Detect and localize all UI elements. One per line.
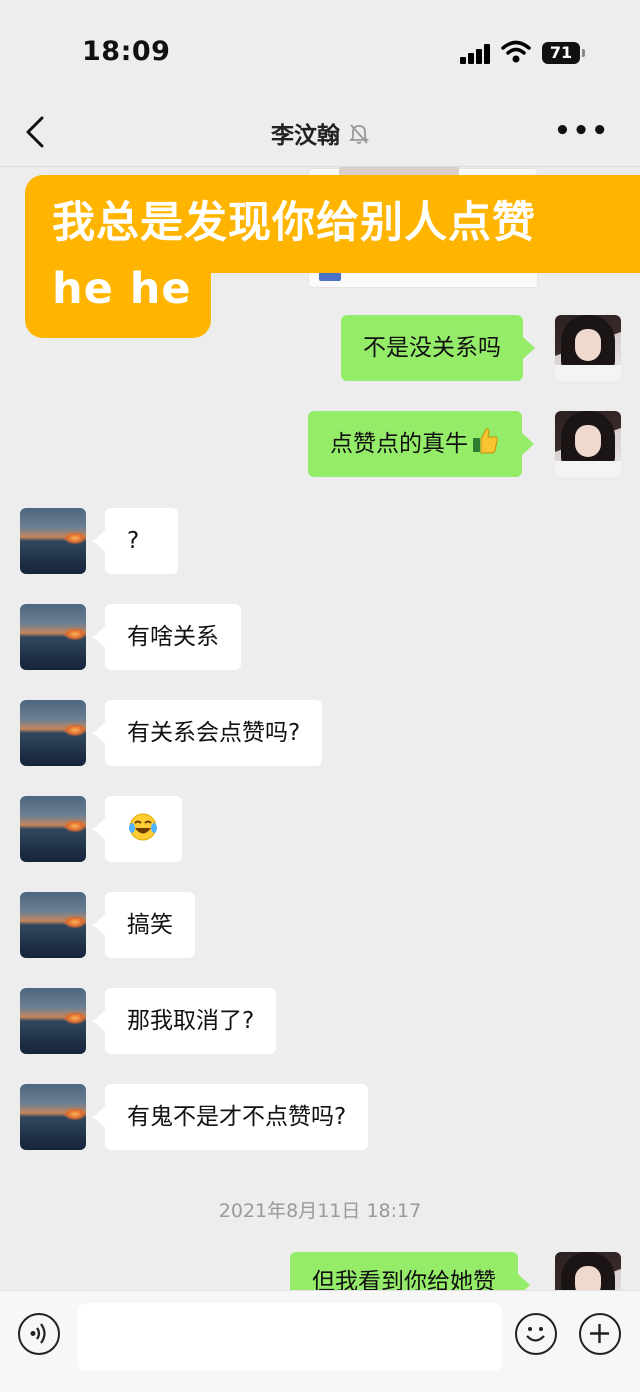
avatar-contact[interactable] [20,508,86,574]
message-text: 点赞点的真牛 [330,431,468,457]
message-bubble-out[interactable]: 点赞点的真牛 [308,411,534,477]
caption-line-2: he he [52,264,192,314]
message-text: 搞笑 [127,912,173,938]
cellular-signal-icon [460,44,492,64]
avatar-contact[interactable] [20,700,86,766]
chat-title: 李汶翰 [270,123,340,149]
avatar-self[interactable] [555,411,621,477]
message-text: 有关系会点赞吗? [127,720,301,746]
message-bubble-in[interactable]: 有鬼不是才不点赞吗? [92,1084,369,1150]
voice-icon[interactable] [18,1313,60,1355]
wifi-icon [501,40,531,63]
battery-indicator: 71 [542,42,585,64]
message-bubble-in[interactable]: 搞笑 [93,892,195,958]
more-horizontal-icon[interactable]: ••• [554,118,610,144]
tears-of-joy-emoji [129,813,157,841]
message-timestamp: 2021年8月11日 18:17 [218,1200,422,1222]
message-bubble-in[interactable]: 有关系会点赞吗? [92,700,323,766]
avatar-self[interactable] [555,315,621,381]
message-input[interactable] [78,1303,502,1371]
avatar-contact[interactable] [20,892,86,958]
message-bubble-in[interactable]: ? [93,508,178,574]
message-text: 不是没关系吗 [363,335,501,361]
status-bar: 18:09 71 [0,0,640,100]
message-bubble-in[interactable] [93,796,182,862]
caption-text: 我总是发现你给别人点赞 he he [52,190,640,322]
message-bubble-in[interactable]: 有啥关系 [93,604,241,670]
caption-line-1: 我总是发现你给别人点赞 [52,198,536,248]
avatar-contact[interactable] [20,604,86,670]
smiley-icon[interactable] [515,1313,557,1355]
message-text: 那我取消了? [127,1008,255,1034]
message-bubble-out[interactable]: 不是没关系吗 [341,315,535,381]
message-input-bar [0,1290,640,1392]
avatar-contact[interactable] [20,988,86,1054]
avatar-contact[interactable] [20,796,86,862]
message-bubble-in[interactable]: 那我取消了? [92,988,277,1054]
avatar-contact[interactable] [20,1084,86,1150]
status-time: 18:09 [82,36,171,67]
bell-off-icon [349,124,370,144]
message-text: 有啥关系 [127,624,219,650]
message-text: 有鬼不是才不点赞吗? [127,1104,347,1130]
thumbs-up-emoji [473,428,498,454]
plus-icon[interactable] [579,1313,621,1355]
chat-header: 李汶翰 ••• [0,100,640,167]
message-text: ? [127,528,140,554]
